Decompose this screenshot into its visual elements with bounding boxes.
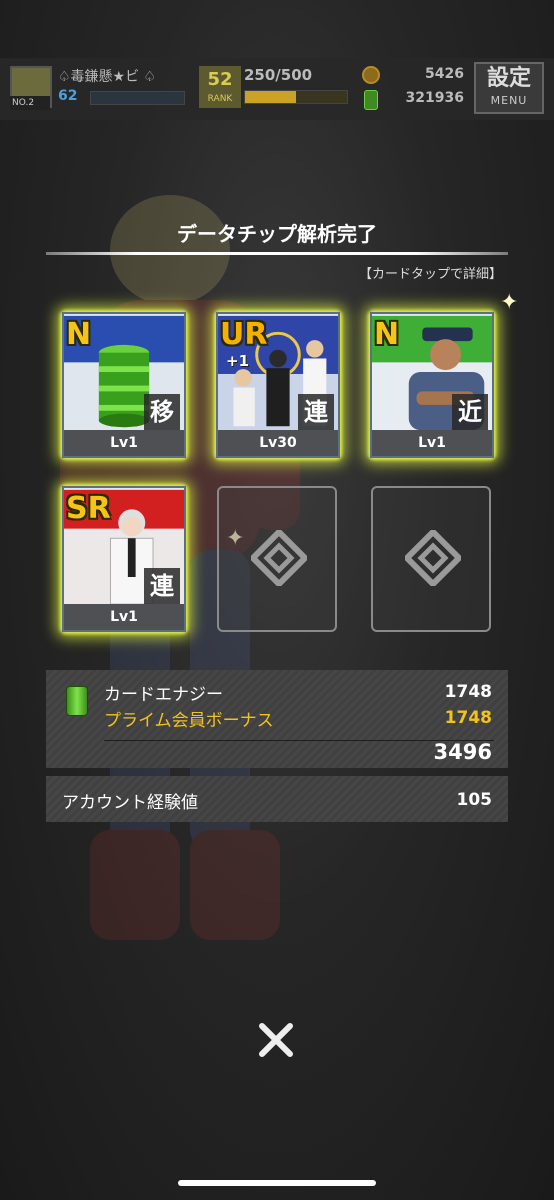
chip-placeholder-icon [251,530,307,586]
exp-label: アカウント経験値 [62,793,198,813]
avatar-label: NO.2 [10,96,50,110]
player-name: ♤毒鎌懸★ビ ♤ [58,69,157,85]
rarity-badge: UR [220,317,268,352]
prime-bonus-label: プライム会員ボーナス [104,711,274,731]
rank-label: RANK [207,94,233,104]
menu-button[interactable]: 設定 MENU [474,62,544,114]
card-type-badge: 連 [144,568,180,604]
energy-label: カードエナジー [104,685,223,705]
sparkle-icon: ✦ [500,290,519,315]
empty-card-slot [217,486,337,632]
result-card[interactable]: N 近 Lv1 [370,312,494,458]
result-card[interactable]: SR 連 Lv1 [62,486,186,632]
card-face: UR +1 連 Lv30 [216,312,340,458]
rarity-badge: SR [66,491,111,526]
menu-kanji: 設定 [486,66,531,91]
card-face: N 近 Lv1 [370,312,494,458]
result-card[interactable]: N 移 Lv1 [62,312,186,458]
energy-value: 1748 [444,682,492,702]
card-plus-badge: +1 [226,352,250,370]
prime-bonus-value: 1748 [444,708,492,728]
card-face: N 移 Lv1 [62,312,186,458]
energy-total: 3496 [433,740,492,764]
home-indicator [178,1180,376,1186]
stamina-bar [244,90,348,104]
card-level: Lv30 [218,430,338,456]
empty-card-slot [371,486,491,632]
dialog-title: データチップ解析完了 [177,222,377,246]
player-level: 62 [58,88,78,104]
card-type-badge: 移 [144,394,180,430]
menu-label: MENU [490,94,528,107]
card-level: Lv1 [64,430,184,456]
energy-icon [364,90,378,110]
card-type-badge: 近 [452,394,488,430]
exp-reward-panel: アカウント経験値 105 [46,776,508,822]
coin-icon [362,66,380,84]
title-divider [46,252,508,255]
rarity-badge: N [66,317,92,352]
energy-reward-panel: カードエナジー 1748 プライム会員ボーナス 1748 3496 [46,670,508,768]
stamina-value: 250/500 [244,66,313,84]
rarity-badge: N [374,317,400,352]
close-icon[interactable] [252,1016,300,1064]
card-face: SR 連 Lv1 [62,486,186,632]
card-energy-icon [66,686,88,716]
status-bar: NO.2 ♤毒鎌懸★ビ ♤ 62 52 RANK 250/500 5426 32… [0,58,554,120]
card-level: Lv1 [372,430,492,456]
stamina-bar-fill [245,91,296,103]
card-type-badge: 連 [298,394,334,430]
coin-count: 5426 [425,66,464,82]
xp-bar [90,91,185,105]
chip-placeholder-icon [405,530,461,586]
exp-value: 105 [456,790,493,810]
card-level: Lv1 [64,604,184,630]
energy-count: 321936 [405,90,464,106]
result-card[interactable]: UR +1 連 Lv30 [216,312,340,458]
tap-hint: 【カードタップで詳細】 [358,267,502,282]
